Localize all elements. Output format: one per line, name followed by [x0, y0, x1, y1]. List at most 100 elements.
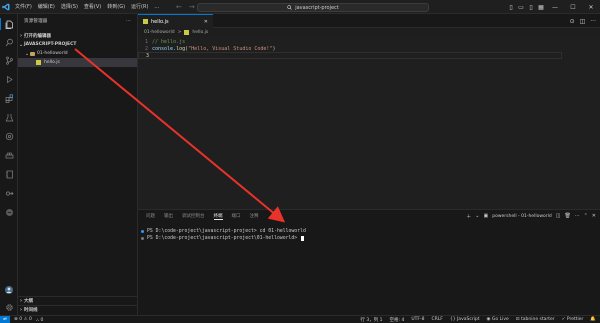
- title-right: ▯ ▭ ▯ ▦ — ☐ ✕: [506, 0, 600, 14]
- tree-file-hello-js[interactable]: hello.js: [18, 58, 137, 67]
- menu-more[interactable]: ...: [151, 0, 162, 14]
- toggle-panel-icon[interactable]: ▭: [516, 0, 526, 14]
- toggle-sidebar-icon[interactable]: ▯: [506, 0, 516, 14]
- manage-gear-icon[interactable]: [0, 299, 18, 315]
- info-count: 0: [40, 317, 44, 323]
- tab-debug-console[interactable]: 调试控制台: [182, 213, 205, 219]
- encoding[interactable]: UTF-8: [411, 317, 424, 322]
- code-editor[interactable]: 1 // hello.js 2 console. log("Hello, Visu…: [138, 37, 600, 209]
- tab-problems[interactable]: 问题: [146, 213, 155, 219]
- close-button[interactable]: ✕: [582, 0, 600, 14]
- tab-output[interactable]: 输出: [164, 213, 173, 219]
- notifications-bell-icon[interactable]: 🔔: [590, 317, 596, 322]
- code-token-function: log: [176, 45, 186, 52]
- settings-sync-icon[interactable]: [0, 204, 18, 220]
- command-center[interactable]: javascript-project: [197, 3, 429, 12]
- remote-explorer-icon[interactable]: [0, 128, 18, 144]
- open-changes-icon[interactable]: ⊙: [570, 18, 575, 25]
- prettier-label: Prettier: [566, 317, 584, 322]
- cursor-position[interactable]: 行 3，列 1: [360, 317, 382, 323]
- new-terminal-icon[interactable]: ＋: [466, 213, 471, 220]
- more-actions-icon[interactable]: ···: [126, 19, 131, 24]
- menu-run[interactable]: 运行(R): [128, 0, 151, 14]
- run-debug-icon[interactable]: [0, 71, 18, 87]
- customize-layout-icon[interactable]: ▦: [536, 0, 546, 14]
- code-token-object: console: [152, 45, 174, 52]
- more-actions-icon[interactable]: ···: [575, 213, 580, 219]
- terminal-name[interactable]: powershell - 01-helloworld: [492, 214, 551, 219]
- trash-icon[interactable]: 🗑: [564, 213, 570, 219]
- maximize-panel-icon[interactable]: ⌃: [584, 213, 588, 219]
- folder-label: 01-helloworld: [37, 51, 68, 56]
- breadcrumb-file[interactable]: hello.js: [192, 30, 208, 35]
- errors-count: 0: [19, 317, 23, 322]
- project-section[interactable]: ⌄ JAVASCRIPT-PROJECT: [18, 40, 137, 49]
- code-line-2: 2 console. log("Hello, Visual Studio Code…: [138, 45, 562, 52]
- chevron-down-icon[interactable]: ⌄: [475, 213, 479, 219]
- open-editors-label: 打开的编辑器: [24, 33, 51, 39]
- more-actions-icon[interactable]: ···: [590, 18, 596, 25]
- tab-hello-js[interactable]: hello.js ✕: [138, 14, 213, 28]
- tree-folder-helloworld[interactable]: ⌄ 01-helloworld: [18, 49, 137, 58]
- back-arrow-icon[interactable]: ←: [176, 3, 182, 11]
- close-tab-icon[interactable]: ✕: [204, 19, 208, 25]
- docker-icon[interactable]: [0, 147, 18, 163]
- forward-arrow-icon[interactable]: →: [189, 3, 195, 11]
- explorer-icon[interactable]: [0, 16, 18, 32]
- menu-bar: 文件(F) 编辑(E) 选择(S) 查看(V) 转到(G) 运行(R) ...: [12, 0, 162, 14]
- testing-icon[interactable]: [0, 109, 18, 125]
- extensions-icon[interactable]: [0, 90, 18, 106]
- search-icon[interactable]: [0, 34, 18, 50]
- terminal-line: PS D:\code-project\javascript-project\01…: [141, 235, 306, 242]
- tab-ports[interactable]: 端口: [232, 213, 241, 219]
- tab-label: hello.js: [151, 18, 169, 25]
- status-left: ⊗ 0 ⚠ 0 ⛬ 0: [10, 317, 43, 323]
- code-comment: // hello.js: [152, 38, 186, 45]
- language-mode[interactable]: {} JavaScript: [450, 317, 480, 322]
- close-panel-icon[interactable]: ✕: [592, 213, 596, 219]
- menu-file[interactable]: 文件(F): [12, 0, 35, 14]
- split-editor-icon[interactable]: ◫: [580, 18, 586, 25]
- outline-section[interactable]: › 大纲: [18, 296, 137, 305]
- terminal-shell-icon: ▣: [483, 213, 489, 219]
- panel-tabs: 问题 输出 调试控制台 终端 端口 注释: [146, 210, 259, 222]
- open-editors-section[interactable]: › 打开的编辑器: [18, 31, 137, 40]
- notebook-icon[interactable]: [0, 166, 18, 182]
- terminal-line: PS D:\code-project\javascript-project> c…: [141, 228, 306, 235]
- tab-terminal[interactable]: 终端: [213, 213, 223, 220]
- go-live-button[interactable]: ◉ Go Live: [487, 317, 509, 322]
- terminal-output[interactable]: PS D:\code-project\javascript-project> c…: [141, 228, 306, 242]
- tab-comments[interactable]: 注释: [250, 213, 259, 219]
- breadcrumb-folder[interactable]: 01-helloworld: [144, 30, 175, 35]
- indentation[interactable]: 空格: 4: [390, 317, 405, 323]
- maximize-button[interactable]: ☐: [564, 0, 582, 14]
- timeline-section[interactable]: › 时间线: [18, 305, 137, 314]
- menu-selection[interactable]: 选择(S): [58, 0, 81, 14]
- code-line-3: 3: [138, 52, 562, 59]
- title-bar: 文件(F) 编辑(E) 选择(S) 查看(V) 转到(G) 运行(R) ... …: [0, 0, 600, 14]
- end-of-line[interactable]: CRLF: [431, 317, 442, 322]
- prettier-status[interactable]: ✓ Prettier: [562, 317, 584, 322]
- ports-status[interactable]: ⛬ 0: [36, 317, 43, 323]
- accounts-icon[interactable]: [0, 282, 18, 298]
- breadcrumb: 01-helloworld > hello.js: [138, 28, 600, 37]
- project-label: JAVASCRIPT-PROJECT: [24, 42, 77, 47]
- search-icon: [287, 5, 292, 10]
- menu-edit[interactable]: 编辑(E): [35, 0, 58, 14]
- toggle-secondary-sidebar-icon[interactable]: ▯: [526, 0, 536, 14]
- errors-status[interactable]: ⊗ 0 ⚠ 0: [14, 317, 32, 322]
- menu-view[interactable]: 查看(V): [81, 0, 104, 14]
- editor-tabs: hello.js ✕ ⊙ ◫ ···: [138, 14, 600, 28]
- live-share-icon[interactable]: [0, 185, 18, 201]
- minimap[interactable]: [562, 37, 600, 209]
- folder-icon: [30, 51, 35, 56]
- minimize-button[interactable]: —: [546, 0, 564, 14]
- split-terminal-icon[interactable]: ◫: [556, 213, 561, 219]
- menu-go[interactable]: 转到(G): [104, 0, 128, 14]
- file-label: hello.js: [44, 60, 60, 65]
- remote-indicator-icon[interactable]: ⇌: [0, 315, 10, 323]
- tabnine-status[interactable]: ⊡ tabnine starter: [516, 317, 555, 322]
- command-decoration-icon: [141, 230, 144, 233]
- source-control-icon[interactable]: [0, 52, 18, 68]
- explorer-sidebar: 资源管理器 ··· › 打开的编辑器 ⌄ JAVASCRIPT-PROJECT …: [18, 14, 138, 315]
